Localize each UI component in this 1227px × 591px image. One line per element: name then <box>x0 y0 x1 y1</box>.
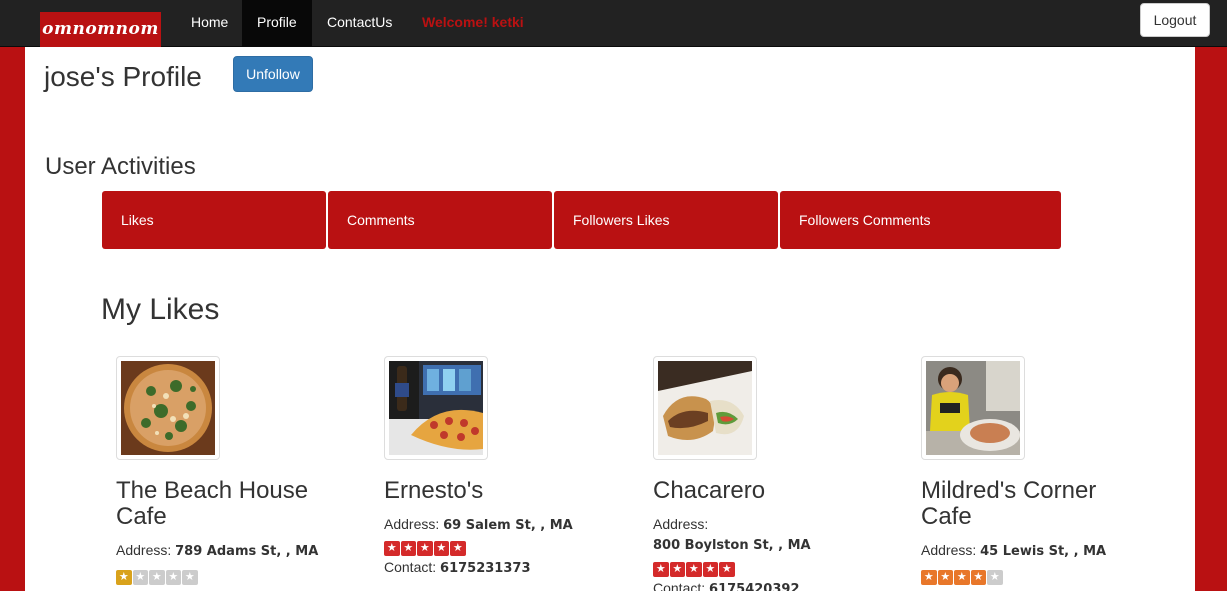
restaurant-contact: Contact: 6175231373 <box>384 557 614 579</box>
star-filled-icon: ★ <box>921 570 937 585</box>
rating-stars: ★ ★ ★ ★ ★ <box>384 541 614 556</box>
restaurant-name[interactable]: Chacarero <box>653 478 868 504</box>
unfollow-button[interactable]: Unfollow <box>233 56 313 92</box>
star-filled-icon: ★ <box>719 562 735 577</box>
contact-label: Contact: <box>653 580 706 591</box>
address-value: 69 Salem St, , MA <box>443 518 573 533</box>
star-filled-icon: ★ <box>669 562 685 577</box>
restaurant-thumbnail[interactable] <box>653 356 757 460</box>
restaurant-name[interactable]: Ernesto's <box>384 478 599 504</box>
sandwich-photo-icon <box>658 361 752 455</box>
pizza-slice-photo-icon <box>389 361 483 455</box>
star-empty-icon: ★ <box>987 570 1003 585</box>
tab-followers-likes[interactable]: Followers Likes <box>554 191 778 249</box>
star-filled-icon: ★ <box>384 541 400 556</box>
main-container: jose's Profile Unfollow User Activities … <box>25 47 1195 591</box>
restaurant-address: Address: 789 Adams St, , MA <box>116 540 346 562</box>
address-label: Address: <box>116 542 172 558</box>
address-value: 800 Boylston St, , MA <box>653 538 811 553</box>
rating-stars: ★ ★ ★ ★ ★ <box>921 570 1151 585</box>
star-filled-icon: ★ <box>937 570 953 585</box>
star-filled-icon: ★ <box>433 541 449 556</box>
restaurant-details: Address: 69 Salem St, , MA ★ ★ ★ ★ ★ Contact… <box>384 514 614 579</box>
star-filled-icon: ★ <box>702 562 718 577</box>
my-likes-heading: My Likes <box>101 293 220 326</box>
star-empty-icon: ★ <box>132 570 148 585</box>
restaurant-address: Address: 800 Boylston St, , MA <box>653 514 883 556</box>
brand-logo[interactable]: omnomnom <box>40 12 161 47</box>
tab-followers-comments[interactable]: Followers Comments <box>780 191 1061 249</box>
star-filled-icon: ★ <box>116 570 132 585</box>
user-activities-heading: User Activities <box>45 153 196 180</box>
restaurant-thumbnail[interactable] <box>116 356 220 460</box>
star-filled-icon: ★ <box>417 541 433 556</box>
star-filled-icon: ★ <box>653 562 669 577</box>
restaurant-address: Address: 45 Lewis St, , MA <box>921 540 1151 562</box>
address-value: 789 Adams St, , MA <box>175 544 319 559</box>
restaurant-details: Address: 800 Boylston St, , MA ★ ★ ★ ★ ★ Con… <box>653 514 883 591</box>
restaurant-name[interactable]: Mildred's Corner Cafe <box>921 478 1136 530</box>
pizza-photo-icon <box>121 361 215 455</box>
contact-value: 6175231373 <box>440 561 531 576</box>
restaurant-contact: Contact: 6175420392 <box>653 578 883 591</box>
address-label: Address: <box>653 516 709 532</box>
restaurant-details: Address: 789 Adams St, , MA ★ ★ ★ ★ ★ <box>116 540 346 585</box>
nav-contactus-link[interactable]: ContactUs <box>312 0 407 47</box>
tab-comments[interactable]: Comments <box>328 191 552 249</box>
address-label: Address: <box>384 516 440 532</box>
star-filled-icon: ★ <box>954 570 970 585</box>
address-value: 45 Lewis St, , MA <box>980 544 1107 559</box>
logout-button[interactable]: Logout <box>1140 3 1210 37</box>
star-filled-icon: ★ <box>686 562 702 577</box>
nav-home-link[interactable]: Home <box>176 0 243 47</box>
star-empty-icon: ★ <box>182 570 198 585</box>
contact-value: 6175420392 <box>709 582 800 591</box>
rating-stars: ★ ★ ★ ★ ★ <box>653 562 883 577</box>
contact-label: Contact: <box>384 559 437 575</box>
star-empty-icon: ★ <box>165 570 181 585</box>
star-filled-icon: ★ <box>970 570 986 585</box>
star-empty-icon: ★ <box>149 570 165 585</box>
restaurant-details: Address: 45 Lewis St, , MA ★ ★ ★ ★ ★ <box>921 540 1151 585</box>
welcome-message: Welcome! ketki <box>422 14 524 30</box>
page-title: jose's Profile <box>44 61 202 92</box>
address-label: Address: <box>921 542 977 558</box>
restaurant-name[interactable]: The Beach House Cafe <box>116 478 331 530</box>
rating-stars: ★ ★ ★ ★ ★ <box>116 570 346 585</box>
child-photo-icon <box>926 361 1020 455</box>
tab-likes[interactable]: Likes <box>102 191 326 249</box>
top-navbar: omnomnom Home Profile ContactUs Welcome!… <box>0 0 1227 47</box>
star-filled-icon: ★ <box>400 541 416 556</box>
restaurant-thumbnail[interactable] <box>384 356 488 460</box>
star-filled-icon: ★ <box>450 541 466 556</box>
restaurant-address: Address: 69 Salem St, , MA <box>384 514 614 536</box>
nav-profile-link[interactable]: Profile <box>242 0 312 47</box>
restaurant-thumbnail[interactable] <box>921 356 1025 460</box>
